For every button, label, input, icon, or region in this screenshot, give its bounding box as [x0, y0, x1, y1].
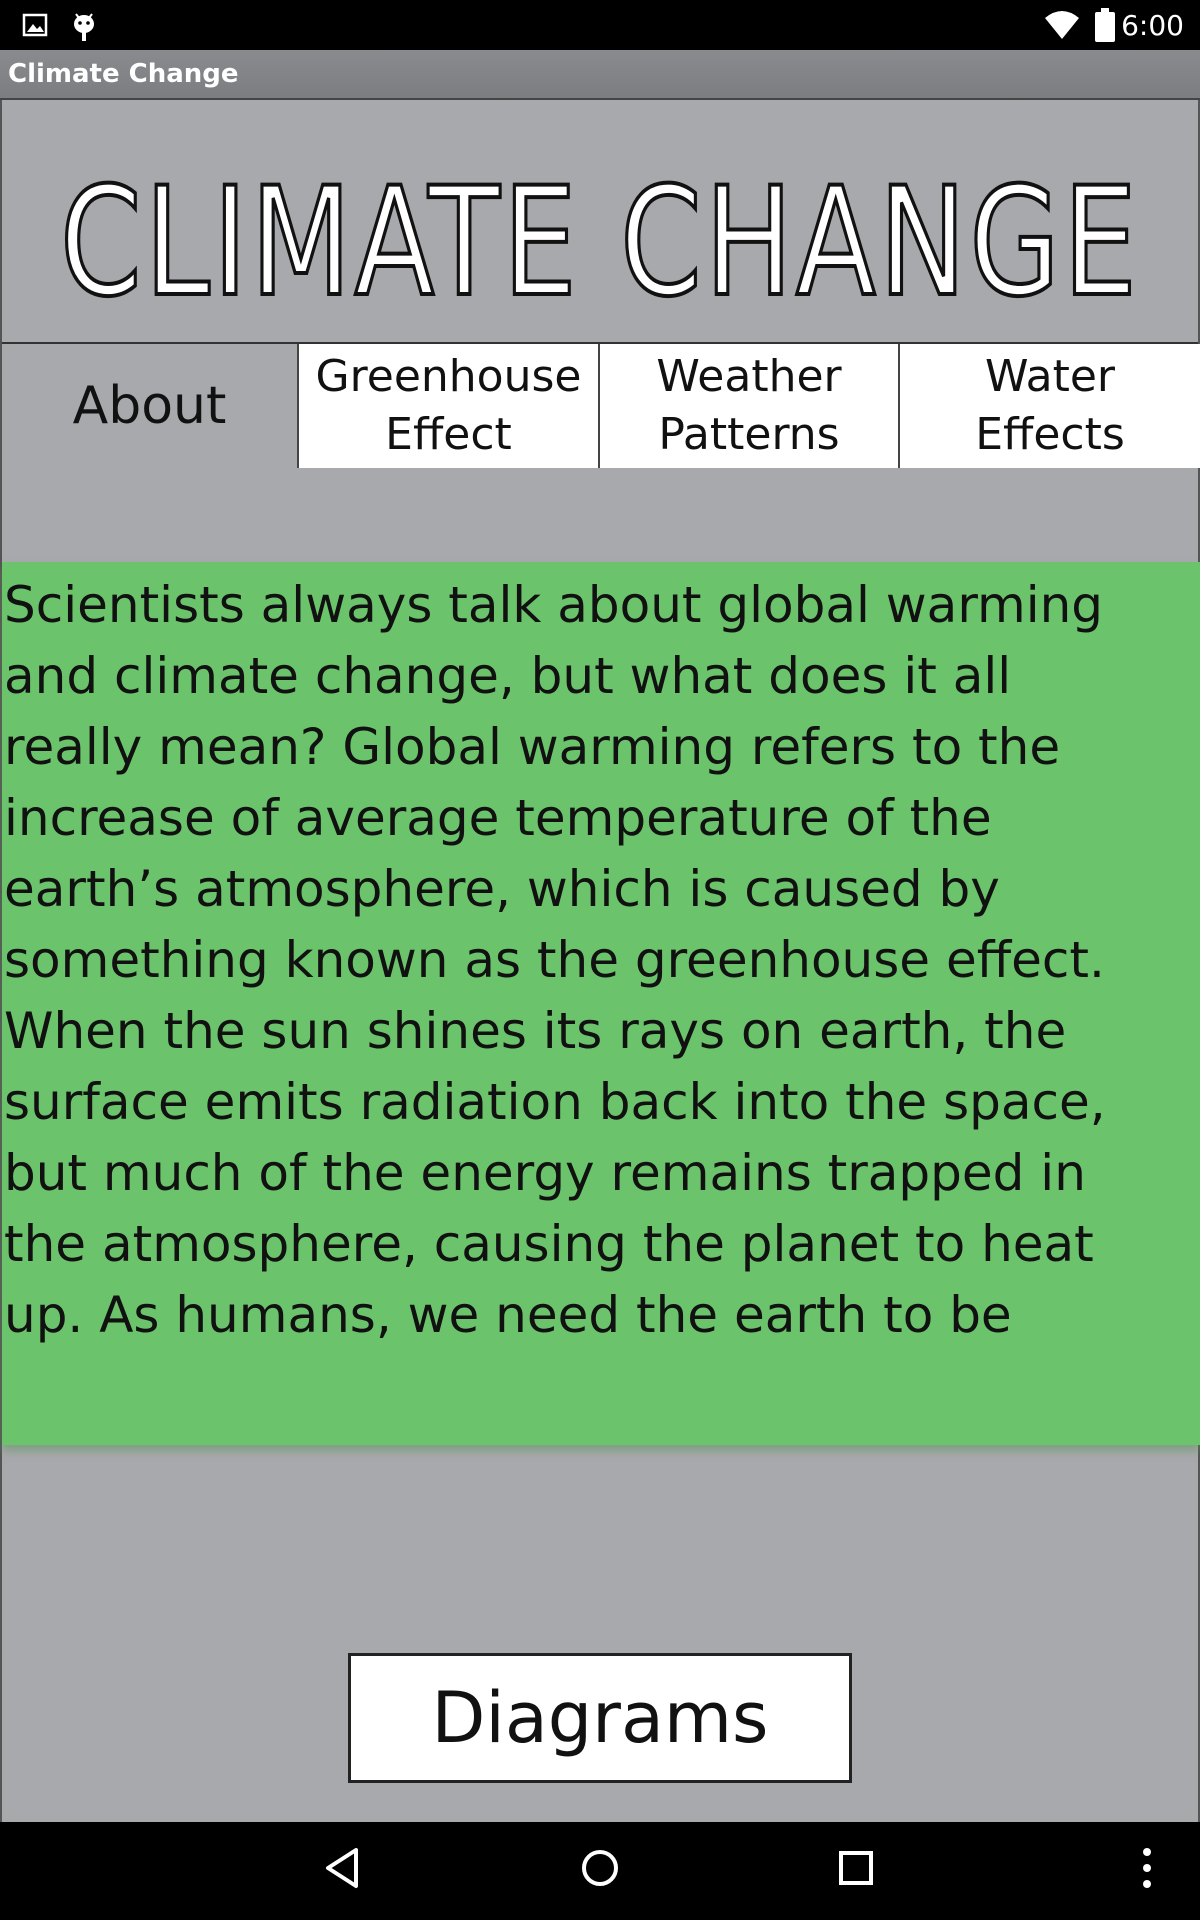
app-title: Climate Change [8, 59, 239, 89]
status-time: 6:00 [1121, 9, 1184, 42]
tab-label: About [72, 376, 227, 436]
action-bar: Climate Change [0, 50, 1200, 100]
tab-label: Weather Patterns [656, 351, 842, 460]
recents-icon[interactable] [836, 1846, 876, 1894]
android-debug-icon [70, 12, 98, 46]
tab-weather-patterns[interactable]: Weather Patterns [600, 344, 900, 468]
wifi-icon [1044, 10, 1080, 44]
tab-label: Water Effects [975, 351, 1125, 460]
tab-about[interactable]: About [2, 344, 299, 468]
battery-icon [1094, 8, 1116, 46]
image-icon [22, 12, 48, 42]
about-text: Scientists always talk about global warm… [4, 576, 1106, 1344]
back-icon[interactable] [322, 1846, 362, 1894]
navigation-bar [0, 1822, 1200, 1920]
tab-water-effects[interactable]: Water Effects [900, 344, 1200, 468]
home-icon[interactable] [580, 1846, 620, 1894]
diagrams-button[interactable]: Diagrams [348, 1653, 852, 1783]
main-content: Climate Change About Greenhouse Effect W… [0, 100, 1200, 1822]
banner-title: Climate Change [60, 156, 1140, 330]
diagrams-button-label: Diagrams [431, 1677, 769, 1759]
tab-greenhouse-effect[interactable]: Greenhouse Effect [299, 344, 600, 468]
about-text-panel[interactable]: Scientists always talk about global warm… [2, 562, 1200, 1445]
tab-bar: About Greenhouse Effect Weather Patterns… [2, 344, 1200, 468]
title-banner: Climate Change [2, 100, 1198, 344]
status-bar: 6:00 [0, 0, 1200, 50]
overflow-menu-icon[interactable] [1132, 1846, 1162, 1894]
tab-label: Greenhouse Effect [315, 351, 582, 460]
